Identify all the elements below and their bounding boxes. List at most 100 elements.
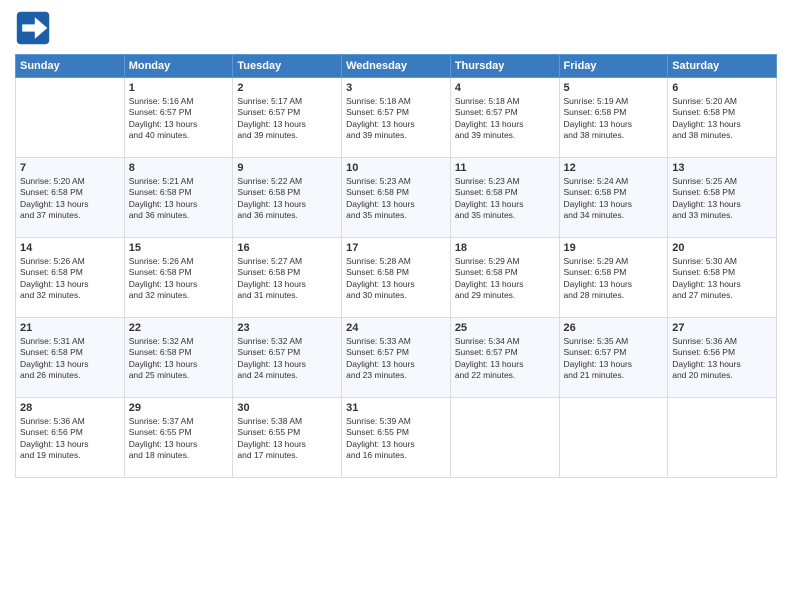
day-info: Sunrise: 5:19 AM Sunset: 6:58 PM Dayligh… (564, 96, 664, 142)
day-number: 3 (346, 82, 446, 94)
day-number: 17 (346, 242, 446, 254)
calendar-cell: 24Sunrise: 5:33 AM Sunset: 6:57 PM Dayli… (342, 318, 451, 398)
calendar-body: 1 Sunrise: 5:16 AM Sunset: 6:57 PM Daylig… (16, 78, 777, 478)
calendar-cell: 18 Sunrise: 5:29 AM Sunset: 6:58 PM Dayli… (450, 238, 559, 318)
day-number: 31 (346, 402, 446, 414)
calendar-cell: 3 Sunrise: 5:18 AM Sunset: 6:57 PM Daylig… (342, 78, 451, 158)
day-info: Sunrise: 5:32 AM Sunset: 6:57 PM Dayligh… (237, 336, 337, 382)
day-info: Sunrise: 5:26 AM Sunset: 6:58 PM Dayligh… (20, 256, 120, 302)
day-number: 16 (237, 242, 337, 254)
calendar-cell: 9Sunrise: 5:22 AM Sunset: 6:58 PM Daylig… (233, 158, 342, 238)
day-info: Sunrise: 5:36 AM Sunset: 6:56 PM Dayligh… (20, 416, 120, 462)
calendar-cell: 30Sunrise: 5:38 AM Sunset: 6:55 PM Dayli… (233, 398, 342, 478)
day-header-wednesday: Wednesday (342, 55, 451, 78)
day-number: 19 (564, 242, 664, 254)
calendar-header: SundayMondayTuesdayWednesdayThursdayFrid… (16, 55, 777, 78)
calendar-cell: 5 Sunrise: 5:19 AM Sunset: 6:58 PM Daylig… (559, 78, 668, 158)
day-info: Sunrise: 5:25 AM Sunset: 6:58 PM Dayligh… (672, 176, 772, 222)
day-info: Sunrise: 5:39 AM Sunset: 6:55 PM Dayligh… (346, 416, 446, 462)
week-row-1: 1 Sunrise: 5:16 AM Sunset: 6:57 PM Daylig… (16, 78, 777, 158)
calendar-cell: 28 Sunrise: 5:36 AM Sunset: 6:56 PM Dayli… (16, 398, 125, 478)
day-number: 27 (672, 322, 772, 334)
day-info: Sunrise: 5:23 AM Sunset: 6:58 PM Dayligh… (455, 176, 555, 222)
calendar-cell: 27 Sunrise: 5:36 AM Sunset: 6:56 PM Dayli… (668, 318, 777, 398)
calendar-cell (559, 398, 668, 478)
day-number: 12 (564, 162, 664, 174)
day-info: Sunrise: 5:29 AM Sunset: 6:58 PM Dayligh… (455, 256, 555, 302)
day-header-saturday: Saturday (668, 55, 777, 78)
day-number: 10 (346, 162, 446, 174)
calendar-cell: 12 Sunrise: 5:24 AM Sunset: 6:58 PM Dayli… (559, 158, 668, 238)
day-info: Sunrise: 5:34 AM Sunset: 6:57 PM Dayligh… (455, 336, 555, 382)
day-info: Sunrise: 5:28 AM Sunset: 6:58 PM Dayligh… (346, 256, 446, 302)
logo (15, 10, 55, 46)
day-info: Sunrise: 5:20 AM Sunset: 6:58 PM Dayligh… (672, 96, 772, 142)
day-number: 18 (455, 242, 555, 254)
calendar-cell: 25 Sunrise: 5:34 AM Sunset: 6:57 PM Dayli… (450, 318, 559, 398)
calendar-cell: 19 Sunrise: 5:29 AM Sunset: 6:58 PM Dayli… (559, 238, 668, 318)
calendar-cell: 17 Sunrise: 5:28 AM Sunset: 6:58 PM Dayli… (342, 238, 451, 318)
calendar-cell: 16 Sunrise: 5:27 AM Sunset: 6:58 PM Dayli… (233, 238, 342, 318)
calendar-cell: 11 Sunrise: 5:23 AM Sunset: 6:58 PM Dayli… (450, 158, 559, 238)
calendar-cell: 8Sunrise: 5:21 AM Sunset: 6:58 PM Daylig… (124, 158, 233, 238)
calendar-cell: 10 Sunrise: 5:23 AM Sunset: 6:58 PM Dayli… (342, 158, 451, 238)
calendar-cell: 22 Sunrise: 5:32 AM Sunset: 6:58 PM Dayli… (124, 318, 233, 398)
calendar-cell: 1 Sunrise: 5:16 AM Sunset: 6:57 PM Daylig… (124, 78, 233, 158)
day-info: Sunrise: 5:16 AM Sunset: 6:57 PM Dayligh… (129, 96, 229, 142)
calendar-cell: 2Sunrise: 5:17 AM Sunset: 6:57 PM Daylig… (233, 78, 342, 158)
day-info: Sunrise: 5:36 AM Sunset: 6:56 PM Dayligh… (672, 336, 772, 382)
calendar-cell (16, 78, 125, 158)
day-number: 4 (455, 82, 555, 94)
calendar-cell (668, 398, 777, 478)
calendar-cell: 29Sunrise: 5:37 AM Sunset: 6:55 PM Dayli… (124, 398, 233, 478)
day-info: Sunrise: 5:23 AM Sunset: 6:58 PM Dayligh… (346, 176, 446, 222)
day-info: Sunrise: 5:18 AM Sunset: 6:57 PM Dayligh… (455, 96, 555, 142)
day-number: 23 (237, 322, 337, 334)
day-number: 25 (455, 322, 555, 334)
day-number: 8 (129, 162, 229, 174)
day-number: 15 (129, 242, 229, 254)
day-number: 5 (564, 82, 664, 94)
calendar-cell: 7Sunrise: 5:20 AM Sunset: 6:58 PM Daylig… (16, 158, 125, 238)
week-row-2: 7Sunrise: 5:20 AM Sunset: 6:58 PM Daylig… (16, 158, 777, 238)
day-info: Sunrise: 5:37 AM Sunset: 6:55 PM Dayligh… (129, 416, 229, 462)
calendar-cell (450, 398, 559, 478)
day-number: 21 (20, 322, 120, 334)
day-header-tuesday: Tuesday (233, 55, 342, 78)
calendar-cell: 13Sunrise: 5:25 AM Sunset: 6:58 PM Dayli… (668, 158, 777, 238)
day-info: Sunrise: 5:27 AM Sunset: 6:58 PM Dayligh… (237, 256, 337, 302)
day-number: 14 (20, 242, 120, 254)
day-number: 30 (237, 402, 337, 414)
day-number: 28 (20, 402, 120, 414)
day-info: Sunrise: 5:29 AM Sunset: 6:58 PM Dayligh… (564, 256, 664, 302)
calendar-cell: 21 Sunrise: 5:31 AM Sunset: 6:58 PM Dayli… (16, 318, 125, 398)
day-number: 9 (237, 162, 337, 174)
day-info: Sunrise: 5:26 AM Sunset: 6:58 PM Dayligh… (129, 256, 229, 302)
day-info: Sunrise: 5:31 AM Sunset: 6:58 PM Dayligh… (20, 336, 120, 382)
day-number: 20 (672, 242, 772, 254)
header (15, 10, 777, 46)
day-info: Sunrise: 5:30 AM Sunset: 6:58 PM Dayligh… (672, 256, 772, 302)
calendar-cell: 31 Sunrise: 5:39 AM Sunset: 6:55 PM Dayli… (342, 398, 451, 478)
day-number: 6 (672, 82, 772, 94)
day-info: Sunrise: 5:32 AM Sunset: 6:58 PM Dayligh… (129, 336, 229, 382)
day-number: 22 (129, 322, 229, 334)
day-info: Sunrise: 5:24 AM Sunset: 6:58 PM Dayligh… (564, 176, 664, 222)
day-header-sunday: Sunday (16, 55, 125, 78)
day-header-thursday: Thursday (450, 55, 559, 78)
calendar-table: SundayMondayTuesdayWednesdayThursdayFrid… (15, 54, 777, 478)
day-info: Sunrise: 5:18 AM Sunset: 6:57 PM Dayligh… (346, 96, 446, 142)
calendar-cell: 4 Sunrise: 5:18 AM Sunset: 6:57 PM Daylig… (450, 78, 559, 158)
day-header-monday: Monday (124, 55, 233, 78)
day-info: Sunrise: 5:35 AM Sunset: 6:57 PM Dayligh… (564, 336, 664, 382)
week-row-3: 14 Sunrise: 5:26 AM Sunset: 6:58 PM Dayli… (16, 238, 777, 318)
calendar-cell: 23 Sunrise: 5:32 AM Sunset: 6:57 PM Dayli… (233, 318, 342, 398)
day-number: 1 (129, 82, 229, 94)
week-row-4: 21 Sunrise: 5:31 AM Sunset: 6:58 PM Dayli… (16, 318, 777, 398)
calendar-cell: 26Sunrise: 5:35 AM Sunset: 6:57 PM Dayli… (559, 318, 668, 398)
day-number: 2 (237, 82, 337, 94)
day-number: 24 (346, 322, 446, 334)
calendar-cell: 6 Sunrise: 5:20 AM Sunset: 6:58 PM Daylig… (668, 78, 777, 158)
day-info: Sunrise: 5:20 AM Sunset: 6:58 PM Dayligh… (20, 176, 120, 222)
day-number: 11 (455, 162, 555, 174)
